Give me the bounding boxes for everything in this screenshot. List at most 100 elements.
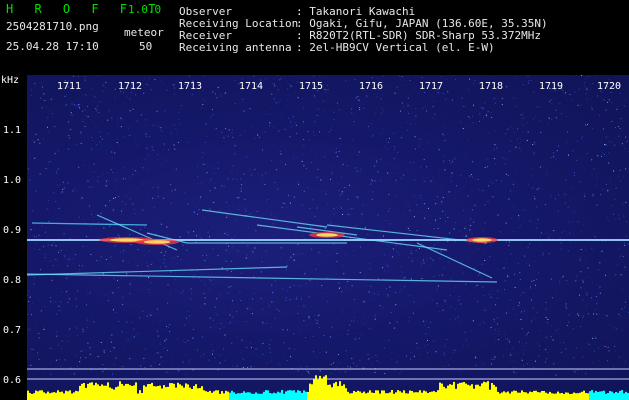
level-bar [39,390,41,400]
level-bar [165,387,167,400]
level-bar [167,386,169,400]
level-bar [125,383,127,400]
level-bar [119,381,121,400]
level-bar [323,376,325,400]
level-bar [561,393,563,400]
level-bar [249,392,251,400]
level-bar [509,393,511,400]
level-bar [567,392,569,400]
level-bar [341,385,343,400]
x-tick-label: 1712 [118,81,142,92]
level-bar [89,382,91,400]
level-bar [103,385,105,400]
level-bar [47,391,49,400]
level-bar [483,381,485,400]
level-bar [83,383,85,400]
level-bar [609,391,611,400]
level-bar [475,384,477,400]
level-bar [573,392,575,400]
level-bar [421,392,423,400]
y-tick-label: 0.6 [3,375,22,386]
level-bar [41,390,43,400]
level-bar [281,390,283,400]
level-bar [247,392,249,400]
level-bar [105,385,107,400]
y-tick-label: 0.7 [3,325,22,336]
level-bar [419,390,421,400]
echo-trace [31,222,148,226]
level-bar [373,393,375,400]
level-bar [367,392,369,400]
level-bar [337,386,339,400]
level-bar [175,387,177,400]
level-bar [357,390,359,400]
level-bar [43,392,45,400]
level-bar [37,391,39,400]
level-bar [495,386,497,400]
level-bar [391,390,393,400]
level-bar [255,392,257,400]
level-bar [87,383,89,400]
level-bar [623,393,625,400]
level-bar [65,390,67,400]
level-bar [299,391,301,400]
level-bar [465,383,467,400]
level-bar [379,393,381,400]
level-bar [245,392,247,400]
y-tick-label: 0.8 [3,275,22,286]
meteor-trail [256,224,448,251]
level-bar [541,391,543,400]
level-bar [431,391,433,400]
level-bar [377,390,379,400]
level-bar [547,393,549,400]
level-bar [363,391,365,400]
level-bar [101,384,103,400]
level-bar [531,392,533,400]
level-bar [491,383,493,400]
level-bar [279,392,281,400]
level-bar [599,391,601,400]
level-bar [355,391,357,400]
y-tick-label: 1.0 [3,175,22,186]
level-bar [35,390,37,400]
level-bar [31,394,33,400]
level-bar [563,394,565,400]
x-tick-label: 1715 [299,81,323,92]
level-bar [359,391,361,400]
level-bar [583,390,585,400]
level-bar [467,384,469,400]
level-bar [243,391,245,400]
level-bar [401,392,403,400]
level-bar [273,392,275,400]
time-ticks: 1711 1712 1713 1714 1715 1716 1717 1718 1719 1720 [57,81,621,92]
level-bar [239,393,241,400]
level-bar [385,393,387,400]
level-bar [211,392,213,400]
meteor-trail [27,273,498,283]
level-bar [307,392,309,400]
level-bar [343,384,345,400]
level-bar [523,392,525,400]
echo-core [472,238,492,242]
level-bar [353,391,355,400]
level-bar [321,378,323,400]
level-bar [133,385,135,400]
level-bar [229,392,231,400]
level-bar [59,392,61,400]
level-bar [499,393,501,400]
y-axis-unit: kHz [1,75,20,86]
level-bar [559,393,561,400]
level-bar [521,390,523,400]
level-bar [371,392,373,400]
level-bar [265,390,267,400]
level-bar [429,392,431,400]
level-bar [109,387,111,400]
level-bar [213,391,215,400]
level-bar [293,390,295,400]
level-bar [539,392,541,400]
level-bar [527,393,529,400]
level-bar [157,386,159,400]
level-bar [181,385,183,400]
level-bar [283,393,285,400]
level-bar [29,393,31,400]
